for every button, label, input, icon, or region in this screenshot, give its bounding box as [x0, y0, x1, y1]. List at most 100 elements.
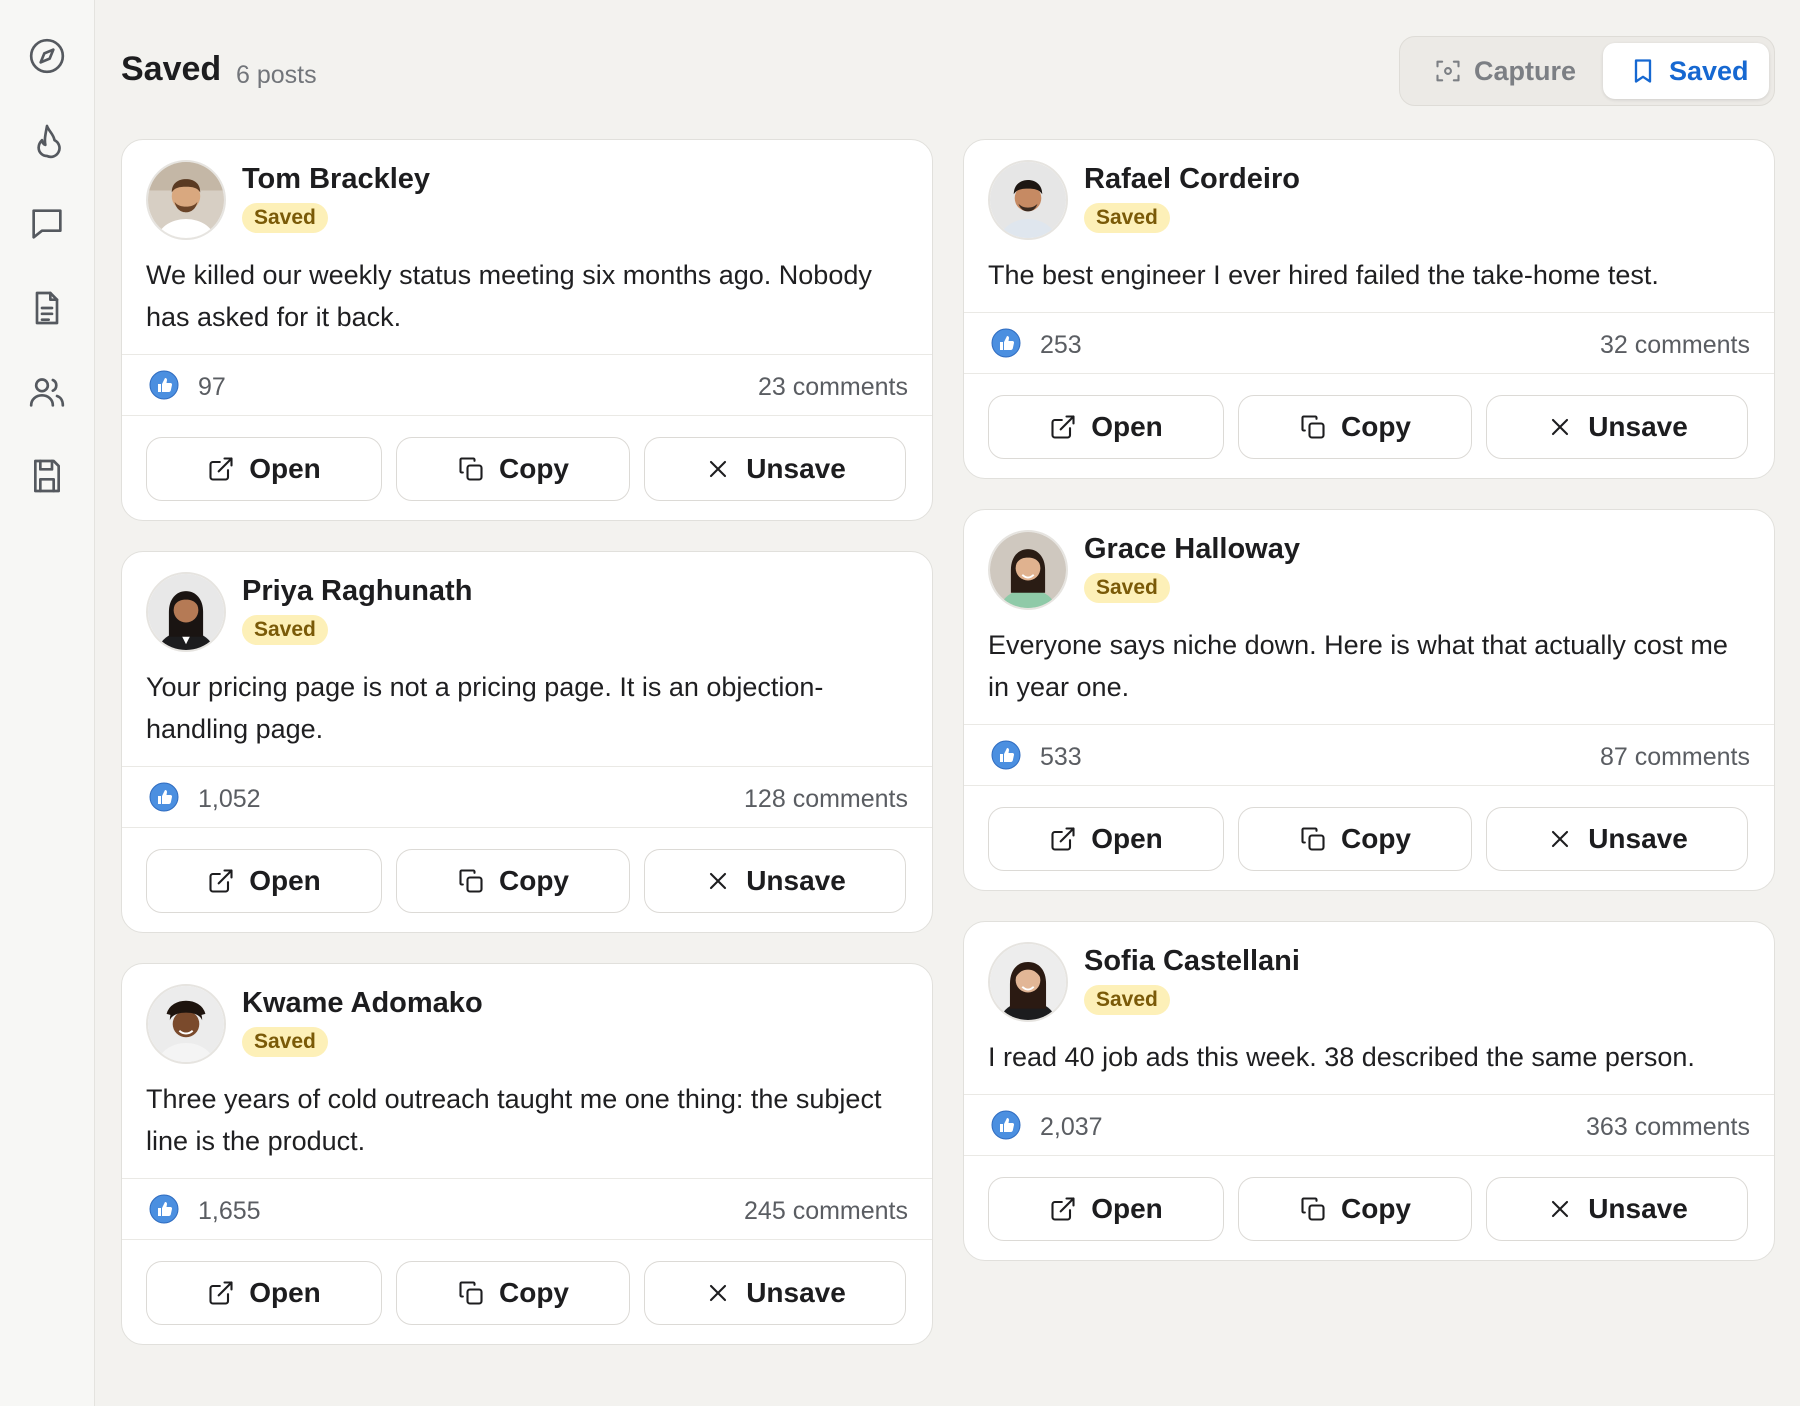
post-stats: 1,655 245 comments: [122, 1178, 932, 1240]
copy-label: Copy: [499, 865, 569, 896]
copy-button[interactable]: Copy: [1238, 807, 1472, 871]
post-text: The best engineer I ever hired failed th…: [988, 260, 1659, 290]
capture-tab[interactable]: Capture: [1420, 43, 1620, 99]
comment-count[interactable]: 245 comments: [744, 1197, 908, 1226]
post-card: Sofia Castellani Saved I read 40 job ads…: [963, 921, 1775, 1261]
unsave-button[interactable]: Unsave: [644, 1261, 906, 1325]
copy-icon: [1301, 827, 1325, 851]
unsave-button[interactable]: Unsave: [644, 437, 906, 501]
comment-count[interactable]: 363 comments: [1586, 1113, 1750, 1142]
copy-label: Copy: [1341, 1193, 1411, 1224]
open-label: Open: [249, 1277, 321, 1308]
copy-icon: [459, 869, 483, 893]
capture-icon: [1436, 60, 1460, 82]
external-link-icon: [209, 1281, 233, 1305]
author-name[interactable]: Tom Brackley: [242, 163, 430, 196]
copy-button[interactable]: Copy: [396, 437, 630, 501]
comment-count[interactable]: 32 comments: [1600, 331, 1750, 360]
unsave-button[interactable]: Unsave: [1486, 395, 1748, 459]
open-button[interactable]: Open: [988, 807, 1224, 871]
copy-label: Copy: [499, 453, 569, 484]
post-stats: 533 87 comments: [964, 724, 1774, 786]
unsave-button[interactable]: Unsave: [644, 849, 906, 913]
copy-button[interactable]: Copy: [396, 849, 630, 913]
document-icon[interactable]: [22, 283, 72, 333]
view-toggle: Capture Saved: [1399, 36, 1775, 106]
like-count: 97: [198, 373, 226, 401]
copy-icon: [459, 457, 483, 481]
save-icon[interactable]: [22, 451, 72, 501]
unsave-label: Unsave: [746, 1277, 846, 1308]
avatar: [146, 984, 226, 1064]
open-button[interactable]: Open: [988, 1177, 1224, 1241]
author-name[interactable]: Kwame Adomako: [242, 987, 483, 1020]
like-icon: [991, 740, 1021, 770]
unsave-button[interactable]: Unsave: [1486, 807, 1748, 871]
unsave-label: Unsave: [1588, 411, 1688, 442]
like-count: 1,052: [198, 785, 261, 813]
external-link-icon: [1051, 827, 1075, 851]
post-text: Three years of cold outreach taught me o…: [146, 1084, 882, 1156]
comment-count[interactable]: 23 comments: [758, 373, 908, 402]
message-icon[interactable]: [22, 199, 72, 249]
avatar: [988, 942, 1068, 1022]
open-button[interactable]: Open: [146, 1261, 382, 1325]
open-button[interactable]: Open: [146, 437, 382, 501]
bookmark-icon: [1634, 59, 1652, 83]
copy-icon: [459, 1281, 483, 1305]
post-stats: 253 32 comments: [964, 312, 1774, 374]
saved-tab[interactable]: Saved: [1603, 43, 1769, 99]
post-stats: 1,052 128 comments: [122, 766, 932, 828]
open-label: Open: [1091, 1193, 1163, 1224]
unsave-button[interactable]: Unsave: [1486, 1177, 1748, 1241]
comment-count[interactable]: 87 comments: [1600, 743, 1750, 772]
post-card: Grace Halloway Saved Everyone says niche…: [963, 509, 1775, 891]
external-link-icon: [209, 869, 233, 893]
open-button[interactable]: Open: [988, 395, 1224, 459]
copy-button[interactable]: Copy: [1238, 395, 1472, 459]
open-label: Open: [1091, 823, 1163, 854]
close-icon: [710, 1284, 727, 1302]
compass-icon[interactable]: [22, 31, 72, 81]
external-link-icon: [1051, 1197, 1075, 1221]
flame-icon[interactable]: [22, 116, 72, 166]
close-icon: [1552, 1200, 1569, 1218]
copy-icon: [1301, 1197, 1325, 1221]
open-label: Open: [249, 453, 321, 484]
post-stats: 97 23 comments: [122, 354, 932, 416]
capture-label: Capture: [1474, 55, 1577, 86]
unsave-label: Unsave: [746, 453, 846, 484]
post-count: 6 posts: [236, 61, 317, 89]
copy-button[interactable]: Copy: [1238, 1177, 1472, 1241]
post-card: Tom Brackley Saved We killed our weekly …: [121, 139, 933, 521]
author-name[interactable]: Grace Halloway: [1084, 533, 1300, 566]
external-link-icon: [209, 457, 233, 481]
avatar: [146, 572, 226, 652]
open-button[interactable]: Open: [146, 849, 382, 913]
sidebar: [0, 0, 95, 1406]
post-stats: 2,037 363 comments: [964, 1094, 1774, 1156]
copy-label: Copy: [499, 1277, 569, 1308]
author-name[interactable]: Sofia Castellani: [1084, 945, 1300, 978]
copy-button[interactable]: Copy: [396, 1261, 630, 1325]
external-link-icon: [1051, 415, 1075, 439]
post-card: Kwame Adomako Saved Three years of cold …: [121, 963, 933, 1345]
avatar: [988, 530, 1068, 610]
like-count: 1,655: [198, 1197, 261, 1225]
author-name[interactable]: Rafael Cordeiro: [1084, 163, 1300, 196]
post-card: Rafael Cordeiro Saved The best engineer …: [963, 139, 1775, 479]
page-title: Saved: [121, 50, 222, 88]
saved-label: Saved: [1669, 55, 1749, 86]
author-name[interactable]: Priya Raghunath: [242, 575, 472, 608]
saved-badge: Saved: [242, 1027, 328, 1057]
comment-count[interactable]: 128 comments: [744, 785, 908, 814]
post-card: Priya Raghunath Saved Your pricing page …: [121, 551, 933, 933]
avatar: [146, 160, 226, 240]
users-icon[interactable]: [22, 367, 72, 417]
like-count: 533: [1040, 743, 1082, 771]
post-text: Everyone says niche down. Here is what t…: [988, 630, 1728, 702]
avatar: [988, 160, 1068, 240]
copy-icon: [1301, 415, 1325, 439]
like-count: 2,037: [1040, 1113, 1103, 1141]
saved-badge: Saved: [242, 203, 328, 233]
